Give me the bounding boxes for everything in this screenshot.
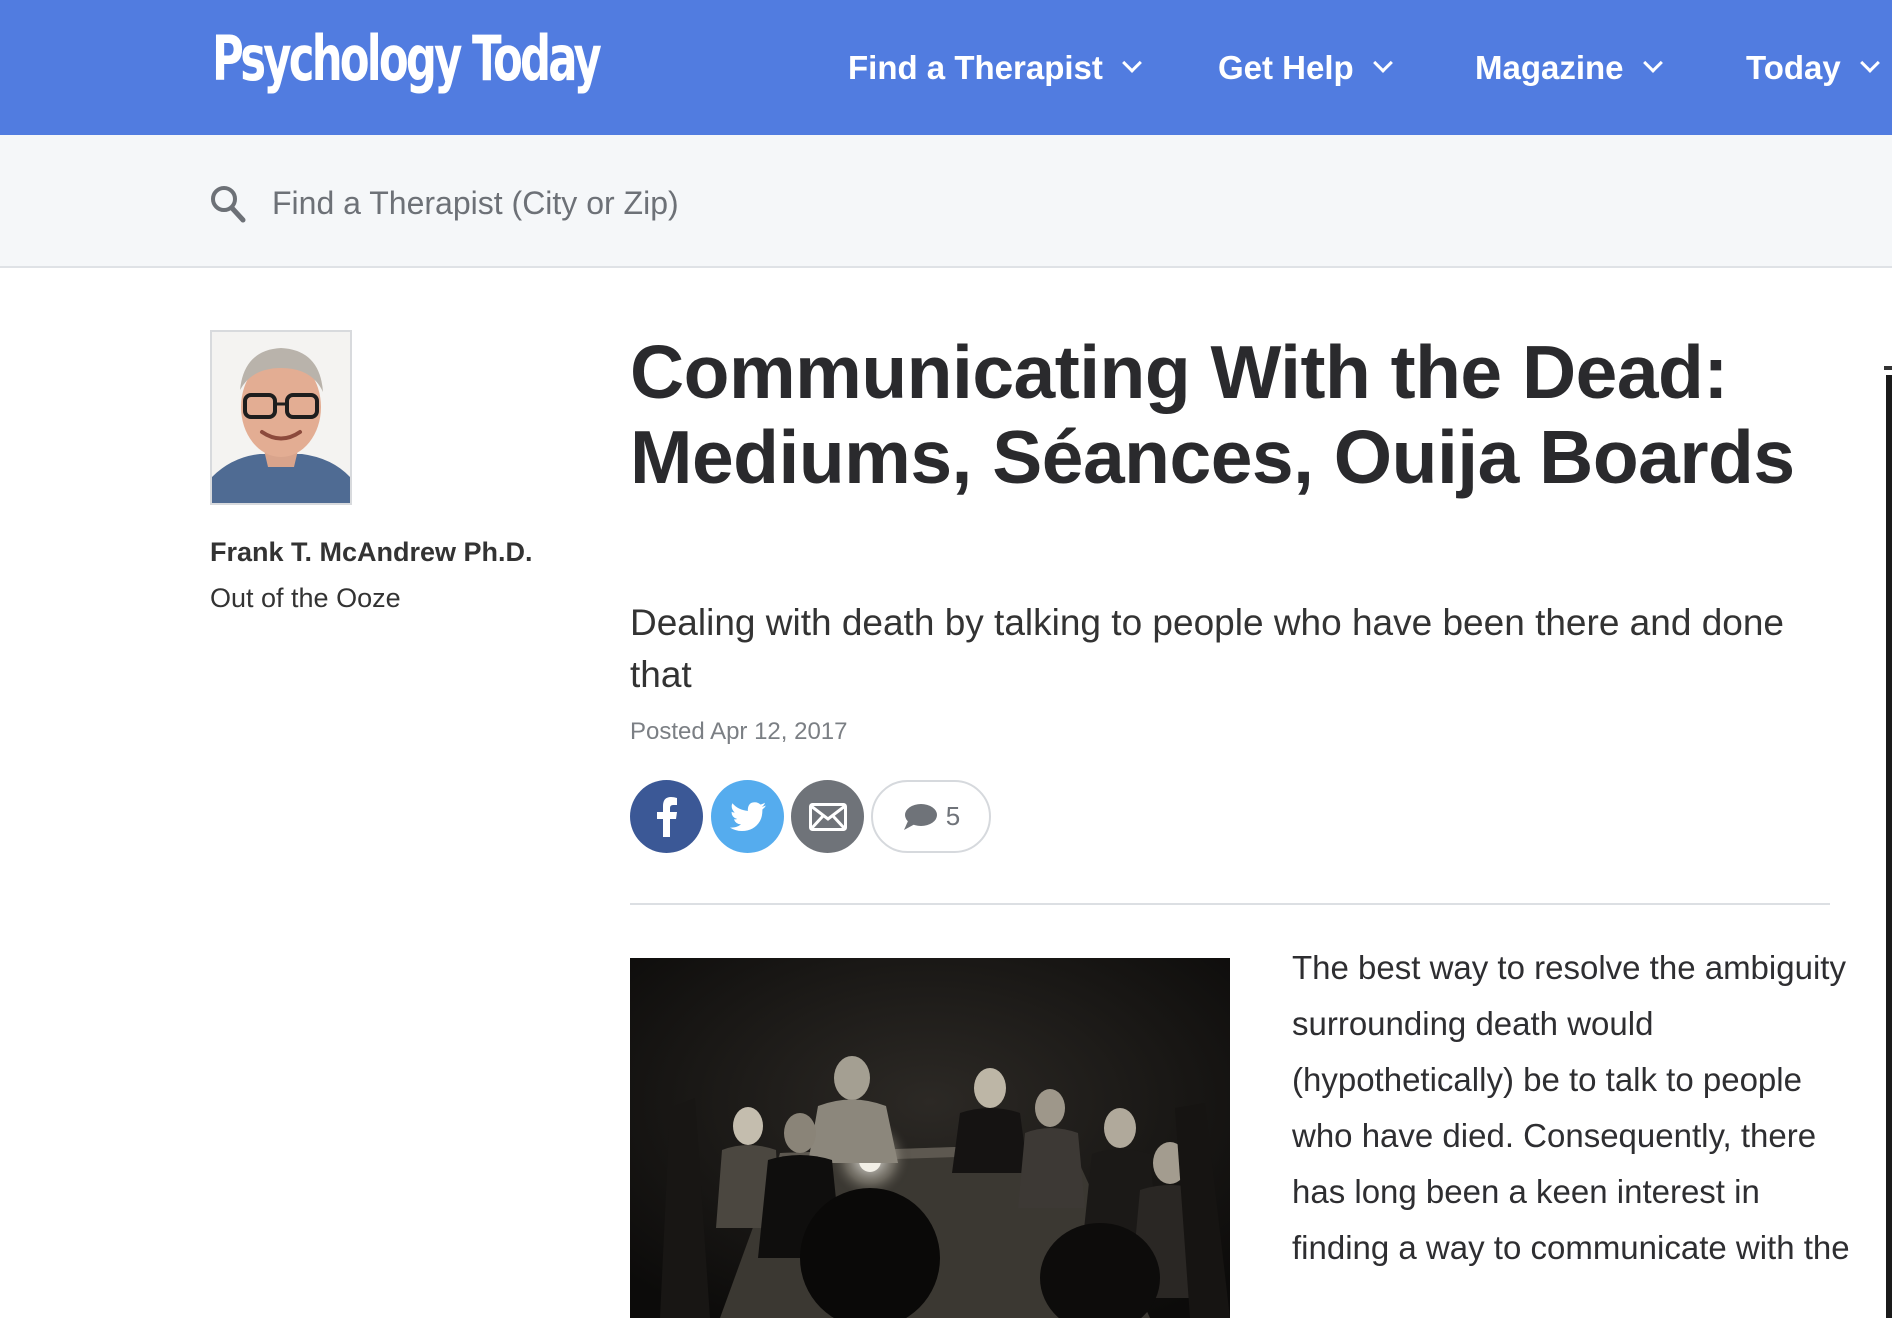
article-subtitle: Dealing with death by talking to people …: [630, 602, 1785, 695]
chevron-down-icon: [1642, 52, 1663, 73]
nav-today[interactable]: Today: [1746, 0, 1880, 135]
therapist-search-bar: [0, 135, 1892, 268]
article-title: Communicating With the Dead: Mediums, Sé…: [630, 330, 1795, 499]
share-twitter-button[interactable]: [711, 780, 784, 853]
twitter-icon: [729, 801, 766, 831]
nav-label: Find a Therapist: [848, 48, 1103, 86]
facebook-icon: [656, 796, 677, 837]
nav-magazine[interactable]: Magazine: [1475, 0, 1663, 135]
share-facebook-button[interactable]: [630, 780, 703, 853]
comment-icon: [903, 803, 937, 830]
nav-find-a-therapist[interactable]: Find a Therapist: [848, 0, 1142, 135]
nav-label: Get Help: [1218, 48, 1354, 86]
search-icon[interactable]: [210, 185, 246, 223]
nav-label: Today: [1746, 48, 1841, 86]
scrollbar-edge[interactable]: [1886, 375, 1892, 1318]
posted-date: Posted Apr 12, 2017: [630, 718, 848, 745]
therapist-search-input[interactable]: [272, 175, 1172, 231]
scrollbar-tick: [1884, 366, 1892, 370]
share-email-button[interactable]: [791, 780, 864, 853]
psychology-today-logo[interactable]: Psychology Today: [212, 22, 602, 96]
comment-count: 5: [945, 801, 961, 831]
email-icon: [808, 802, 847, 831]
nav-label: Magazine: [1475, 48, 1624, 86]
blog-name[interactable]: Out of the Ooze: [210, 583, 401, 614]
section-divider: [630, 903, 1830, 905]
chevron-down-icon: [1372, 52, 1393, 73]
comments-button[interactable]: 5: [871, 780, 991, 853]
author-avatar[interactable]: [210, 330, 352, 505]
chevron-down-icon: [1859, 52, 1880, 73]
author-name[interactable]: Frank T. McAndrew Ph.D.: [210, 537, 533, 568]
article-body: The best way to resolve the ambiguity su…: [1292, 949, 1850, 1266]
top-navigation-bar: Psychology Today Find a Therapist Get He…: [0, 0, 1892, 135]
article-photo[interactable]: [630, 958, 1230, 1318]
nav-get-help[interactable]: Get Help: [1218, 0, 1393, 135]
chevron-down-icon: [1121, 52, 1142, 73]
